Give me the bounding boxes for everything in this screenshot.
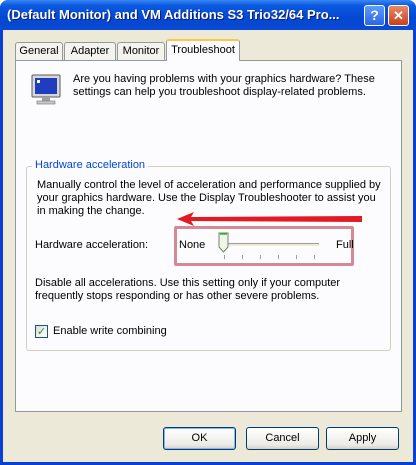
cancel-button[interactable]: Cancel — [246, 427, 319, 450]
acceleration-slider[interactable] — [219, 243, 319, 247]
slider-thumb-icon[interactable] — [218, 232, 229, 253]
group-title: Hardware acceleration — [32, 159, 149, 171]
close-icon[interactable]: ✕ — [388, 5, 409, 26]
window-title: (Default Monitor) and VM Additions S3 Tr… — [7, 7, 340, 22]
slider-tick — [278, 255, 279, 259]
hardware-acceleration-label: Hardware acceleration: — [35, 239, 149, 251]
title-bar[interactable]: (Default Monitor) and VM Additions S3 Tr… — [0, 0, 416, 30]
tab-monitor[interactable]: Monitor — [117, 42, 165, 60]
hardware-acceleration-group: Hardware acceleration Manually control t… — [26, 159, 391, 351]
slider-tick — [242, 255, 243, 259]
annotation-arrow — [177, 212, 362, 226]
apply-button[interactable]: Apply — [326, 427, 399, 450]
write-combining-checkbox[interactable]: ✓ — [35, 325, 48, 338]
slider-tick — [260, 255, 261, 259]
intro-text: Are you having problems with your graphi… — [73, 73, 375, 98]
tab-troubleshoot[interactable]: Troubleshoot — [166, 39, 240, 61]
slider-min-label: None — [179, 239, 206, 251]
help-icon[interactable]: ? — [364, 5, 385, 26]
dialog-client: General Adapter Monitor Troubleshoot Are… — [3, 30, 413, 462]
slider-tick — [296, 255, 297, 259]
slider-max-label: Full — [336, 239, 354, 251]
write-combining-label[interactable]: Enable write combining — [53, 325, 167, 337]
monitor-icon — [31, 74, 61, 105]
troubleshoot-panel: Are you having problems with your graphi… — [15, 60, 402, 412]
display-properties-window: (Default Monitor) and VM Additions S3 Tr… — [0, 0, 416, 465]
disable-warning-text: Disable all accelerations. Use this sett… — [35, 277, 341, 302]
tab-adapter[interactable]: Adapter — [64, 42, 116, 60]
slider-tick — [314, 255, 315, 259]
ok-button[interactable]: OK — [163, 427, 236, 450]
slider-tick — [224, 255, 225, 259]
tab-general[interactable]: General — [15, 42, 63, 60]
